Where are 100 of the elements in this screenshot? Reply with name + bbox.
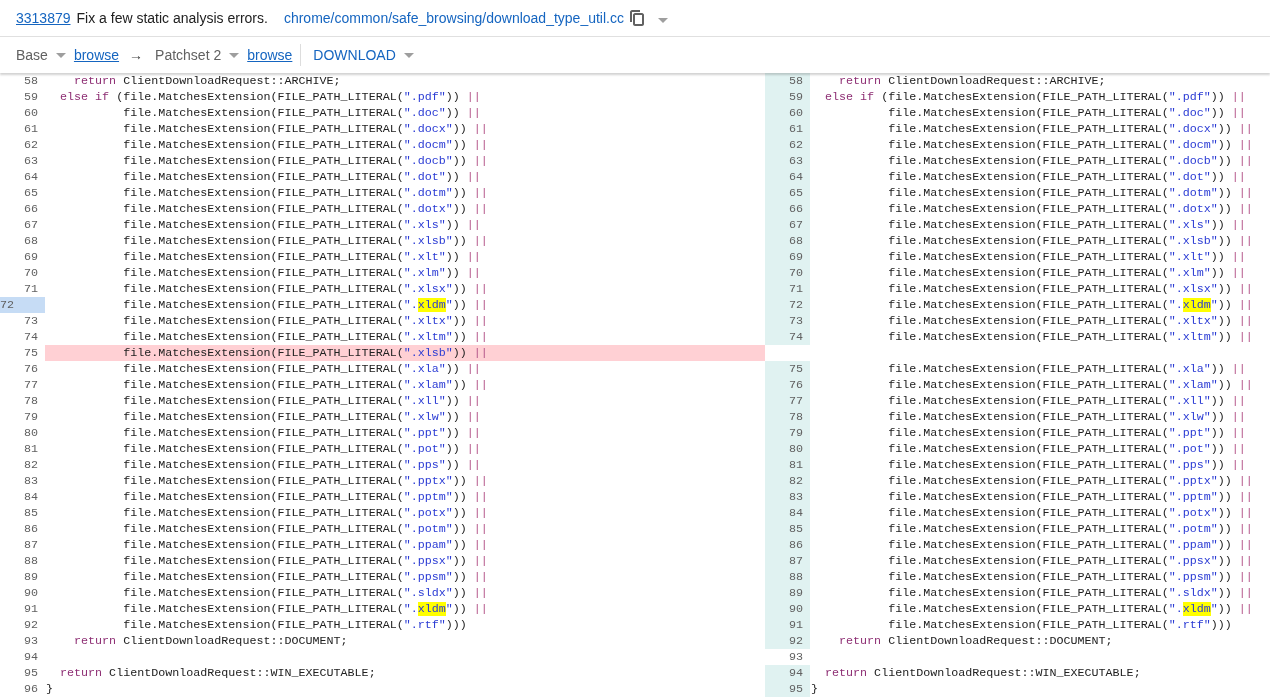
change-number-link[interactable]: 3313879 <box>16 10 71 26</box>
line-number[interactable]: 91 <box>0 601 45 617</box>
line-number[interactable]: 86 <box>765 537 810 553</box>
line-number[interactable]: 63 <box>0 153 45 169</box>
line-number[interactable]: 86 <box>0 521 45 537</box>
line-number[interactable]: 69 <box>765 249 810 265</box>
code-line: return ClientDownloadRequest::DOCUMENT; <box>73 633 349 649</box>
line-number[interactable]: 95 <box>0 665 45 681</box>
line-number[interactable]: 65 <box>765 185 810 201</box>
code-line: file.MatchesExtension(FILE_PATH_LITERAL(".docb")) || <box>887 153 1254 169</box>
code-line: else if (file.MatchesExtension(FILE_PATH_LITERAL(".pdf")) || <box>59 89 482 105</box>
line-number[interactable]: 78 <box>765 409 810 425</box>
code-line: file.MatchesExtension(FILE_PATH_LITERAL(".sldx")) || <box>887 585 1254 601</box>
line-number[interactable]: 65 <box>0 185 45 201</box>
line-number[interactable]: 82 <box>0 457 45 473</box>
line-number[interactable]: 60 <box>0 105 45 121</box>
line-number[interactable]: 63 <box>765 153 810 169</box>
line-number[interactable]: 62 <box>765 137 810 153</box>
line-number[interactable]: 58 <box>0 73 45 89</box>
line-number[interactable]: 59 <box>0 89 45 105</box>
line-number[interactable]: 70 <box>765 265 810 281</box>
line-number[interactable]: 59 <box>765 89 810 105</box>
line-number[interactable]: 81 <box>0 441 45 457</box>
line-number[interactable]: 80 <box>765 441 810 457</box>
line-number[interactable]: 90 <box>0 585 45 601</box>
line-number[interactable]: 73 <box>0 313 45 329</box>
line-number[interactable]: 88 <box>0 553 45 569</box>
line-number[interactable]: 89 <box>765 585 810 601</box>
line-number[interactable]: 75 <box>765 361 810 377</box>
line-number[interactable]: 68 <box>765 233 810 249</box>
line-number[interactable]: 73 <box>765 313 810 329</box>
line-number[interactable]: 83 <box>765 489 810 505</box>
line-number[interactable]: 85 <box>765 521 810 537</box>
line-number[interactable]: 78 <box>0 393 45 409</box>
line-number[interactable]: 84 <box>0 489 45 505</box>
line-number[interactable]: 96 <box>0 681 45 697</box>
code-line: file.MatchesExtension(FILE_PATH_LITERAL(".pptm")) || <box>122 489 489 505</box>
line-number[interactable]: 76 <box>765 377 810 393</box>
line-number[interactable]: 87 <box>765 553 810 569</box>
file-path-link[interactable]: chrome/common/safe_browsing/download_type_util.cc <box>283 10 624 26</box>
caret-icon <box>229 52 240 58</box>
line-number[interactable]: 76 <box>0 361 45 377</box>
line-number[interactable]: 69 <box>0 249 45 265</box>
code-line: file.MatchesExtension(FILE_PATH_LITERAL(".xlw")) || <box>887 409 1247 425</box>
code-line: file.MatchesExtension(FILE_PATH_LITERAL(".pptm")) || <box>887 489 1254 505</box>
line-number[interactable]: 94 <box>765 665 810 681</box>
line-number[interactable]: 64 <box>765 169 810 185</box>
line-number[interactable]: 68 <box>0 233 45 249</box>
line-number[interactable]: 94 <box>0 649 45 665</box>
line-number[interactable]: 60 <box>765 105 810 121</box>
line-number[interactable]: 89 <box>0 569 45 585</box>
line-number[interactable]: 95 <box>765 681 810 697</box>
code-line: file.MatchesExtension(FILE_PATH_LITERAL(".ppsx")) || <box>887 553 1254 569</box>
line-number[interactable]: 66 <box>765 201 810 217</box>
code-line: file.MatchesExtension(FILE_PATH_LITERAL(".dotm")) || <box>887 185 1254 201</box>
line-number[interactable]: 77 <box>765 393 810 409</box>
line-number[interactable]: 74 <box>0 329 45 345</box>
line-number[interactable]: 79 <box>765 425 810 441</box>
line-number[interactable]: 70 <box>0 265 45 281</box>
line-number[interactable]: 62 <box>0 137 45 153</box>
line-number[interactable]: 72 <box>0 297 45 313</box>
line-number[interactable]: 83 <box>0 473 45 489</box>
line-number[interactable]: 58 <box>765 73 810 89</box>
line-number[interactable]: 81 <box>765 457 810 473</box>
line-number[interactable]: 92 <box>765 633 810 649</box>
line-number[interactable]: 67 <box>765 217 810 233</box>
copy-icon[interactable] <box>630 10 644 26</box>
line-number[interactable]: 91 <box>765 617 810 633</box>
download-button[interactable]: DOWNLOAD <box>311 47 416 63</box>
line-number[interactable]: 87 <box>0 537 45 553</box>
base-selector[interactable]: Base <box>16 47 48 63</box>
line-number[interactable]: 61 <box>0 121 45 137</box>
patchset-selector[interactable]: Patchset 2 <box>155 47 222 63</box>
line-number[interactable]: 93 <box>0 633 45 649</box>
code-line: else if (file.MatchesExtension(FILE_PATH_LITERAL(".pdf")) || <box>824 89 1247 105</box>
browse-link[interactable]: browse <box>73 47 120 63</box>
line-number[interactable]: 71 <box>0 281 45 297</box>
line-number[interactable]: 77 <box>0 377 45 393</box>
line-number[interactable]: 72 <box>765 297 810 313</box>
line-number[interactable]: 80 <box>0 425 45 441</box>
line-number[interactable]: 66 <box>0 201 45 217</box>
line-number[interactable]: 88 <box>765 569 810 585</box>
line-number[interactable]: 92 <box>0 617 45 633</box>
line-number[interactable]: 61 <box>765 121 810 137</box>
code-line: file.MatchesExtension(FILE_PATH_LITERAL(".pps")) || <box>122 457 482 473</box>
code-line: file.MatchesExtension(FILE_PATH_LITERAL(".pptx")) || <box>122 473 489 489</box>
line-number[interactable]: 82 <box>765 473 810 489</box>
line-number[interactable]: 90 <box>765 601 810 617</box>
line-number[interactable]: 67 <box>0 217 45 233</box>
code-line: file.MatchesExtension(FILE_PATH_LITERAL(".dot")) || <box>122 169 482 185</box>
line-number[interactable]: 84 <box>765 505 810 521</box>
line-number[interactable]: 74 <box>765 329 810 345</box>
line-number[interactable]: 85 <box>0 505 45 521</box>
browse-link[interactable]: browse <box>247 47 293 63</box>
line-number[interactable]: 75 <box>0 345 45 361</box>
line-number[interactable]: 93 <box>765 649 810 665</box>
line-number[interactable]: 64 <box>0 169 45 185</box>
line-number[interactable]: 79 <box>0 409 45 425</box>
code-line: return ClientDownloadRequest::ARCHIVE; <box>73 73 342 89</box>
line-number[interactable]: 71 <box>765 281 810 297</box>
